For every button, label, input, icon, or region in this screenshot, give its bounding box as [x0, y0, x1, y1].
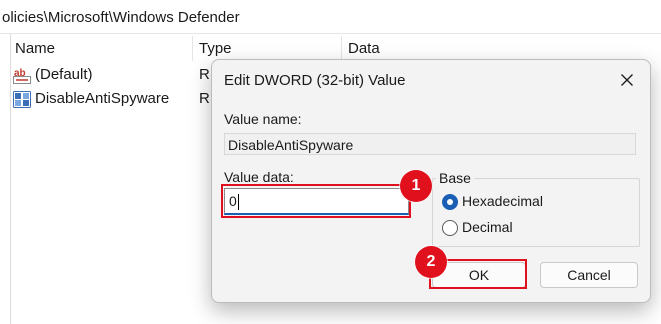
- value-name-field: DisableAntiSpyware: [224, 133, 636, 155]
- radio-decimal[interactable]: Decimal: [442, 218, 592, 238]
- cancel-button-label: Cancel: [567, 267, 611, 283]
- radio-hexadecimal[interactable]: Hexadecimal: [442, 192, 592, 212]
- value-name-text: DisableAntiSpyware: [228, 137, 354, 153]
- close-icon: [621, 74, 633, 86]
- value-name: (Default): [35, 66, 93, 83]
- cancel-button[interactable]: Cancel: [540, 262, 638, 288]
- value-data-label: Value data:: [224, 169, 294, 185]
- list-item[interactable]: ab (Default) RE: [11, 63, 220, 87]
- list-item[interactable]: DisableAntiSpyware RE: [11, 87, 220, 111]
- close-button[interactable]: [612, 66, 642, 94]
- step-2-badge: 2: [415, 246, 447, 278]
- radio-selected-icon: [442, 194, 458, 210]
- svg-text:ab: ab: [14, 68, 26, 79]
- base-label: Base: [436, 170, 474, 186]
- column-divider[interactable]: [341, 36, 342, 61]
- radio-label: Hexadecimal: [462, 193, 543, 209]
- radio-label: Decimal: [462, 219, 513, 235]
- step-1-badge: 1: [400, 170, 432, 202]
- column-header-name[interactable]: Name: [15, 34, 55, 63]
- tree-pane[interactable]: [0, 34, 11, 324]
- address-bar[interactable]: olicies\Microsoft\Windows Defender: [0, 0, 661, 34]
- radio-unselected-icon: [442, 220, 458, 236]
- string-value-icon: ab: [13, 67, 31, 84]
- value-data-highlight: [221, 184, 411, 218]
- column-divider[interactable]: [192, 36, 193, 61]
- value-name: DisableAntiSpyware: [35, 90, 170, 107]
- dword-value-icon: [13, 91, 31, 108]
- address-path[interactable]: olicies\Microsoft\Windows Defender: [2, 9, 240, 26]
- dialog-title: Edit DWORD (32-bit) Value: [224, 72, 406, 89]
- value-name-label: Value name:: [224, 111, 302, 127]
